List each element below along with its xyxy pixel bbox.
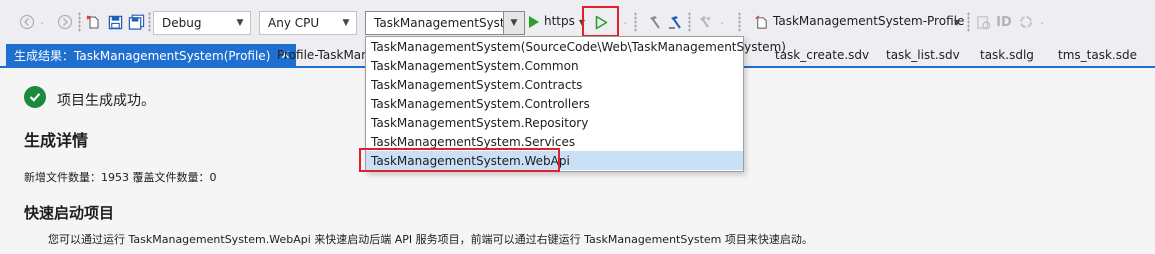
- save-icon[interactable]: [106, 11, 124, 33]
- toolbar-grip: [967, 12, 970, 32]
- selection-highlight-box: [359, 148, 560, 172]
- build-icon[interactable]: [646, 11, 664, 33]
- refresh-icon[interactable]: [1017, 11, 1035, 33]
- toolbar-grip: [78, 12, 81, 32]
- tab-label: task.sdlg: [980, 48, 1034, 62]
- build-status-text: 项目生成成功。: [57, 93, 155, 109]
- toolbar-grip: [688, 12, 691, 32]
- tab-build-result[interactable]: 生成结果：TaskManagementSystem(Profile) ✕: [6, 44, 297, 66]
- tab-profile[interactable]: Profile-TaskMana: [277, 44, 376, 66]
- run-profile-dropdown-icon[interactable]: ▼: [951, 11, 963, 33]
- run-icon[interactable]: [527, 11, 541, 33]
- startup-project-value: TaskManagementSyste: [374, 16, 503, 30]
- dropdown-option[interactable]: TaskManagementSystem.Repository: [366, 113, 743, 132]
- chevron-down-icon[interactable]: ⌄: [1037, 11, 1047, 33]
- startup-project-select[interactable]: TaskManagementSyste ▼: [365, 11, 525, 35]
- tab-task-sdlg[interactable]: task.sdlg: [980, 44, 1034, 66]
- clean-icon[interactable]: [696, 11, 714, 33]
- platform-select[interactable]: Any CPU ▼: [259, 11, 357, 35]
- profile-icon[interactable]: [752, 11, 770, 33]
- configuration-value: Debug: [162, 16, 202, 30]
- chevron-down-icon: ▼: [236, 18, 244, 28]
- forward-icon[interactable]: [56, 11, 74, 33]
- toolbar-grip: [634, 12, 637, 32]
- quick-start-hint: 您可以通过运行 TaskManagementSystem.WebApi 来快速启…: [48, 233, 813, 246]
- new-item-icon[interactable]: [84, 11, 102, 33]
- chevron-down-icon: ▼: [342, 18, 350, 28]
- tab-label: Profile-TaskMana: [277, 48, 377, 62]
- build-details-heading: 生成详情: [24, 131, 89, 150]
- tab-task-list[interactable]: task_list.sdv: [886, 44, 960, 66]
- back-icon[interactable]: [18, 11, 36, 33]
- dropdown-option[interactable]: TaskManagementSystem.Common: [366, 56, 743, 75]
- dropdown-option[interactable]: TaskManagementSystem.Controllers: [366, 94, 743, 113]
- back-dropdown-icon[interactable]: ⌄: [37, 11, 47, 33]
- toolbar-grip: [738, 12, 741, 32]
- tab-label: 生成结果：TaskManagementSystem(Profile): [14, 48, 271, 63]
- configuration-select[interactable]: Debug ▼: [153, 11, 251, 35]
- settings-icon[interactable]: [974, 11, 992, 33]
- platform-value: Any CPU: [268, 16, 320, 30]
- tab-task-create[interactable]: task_create.sdv: [775, 44, 869, 66]
- tab-label: task_create.sdv: [775, 48, 870, 62]
- dropdown-option[interactable]: TaskManagementSystem(SourceCode\Web\Task…: [366, 37, 786, 56]
- success-check-icon: [24, 86, 46, 108]
- chevron-down-icon[interactable]: ▼: [503, 12, 524, 34]
- id-icon[interactable]: ID: [995, 11, 1013, 33]
- toolbar-grip: [148, 12, 151, 32]
- chevron-down-icon[interactable]: ⌄: [717, 11, 727, 33]
- launch-profile-label[interactable]: https: [544, 14, 575, 28]
- quick-start-heading: 快速启动项目: [24, 204, 115, 222]
- tab-label: task_list.sdv: [886, 48, 960, 62]
- tab-tms-task[interactable]: tms_task.sde: [1058, 44, 1137, 66]
- file-counts-text: 新增文件数量：1953 覆盖文件数量：0: [24, 171, 217, 184]
- dropdown-option[interactable]: TaskManagementSystem.Contracts: [366, 75, 743, 94]
- chevron-down-icon[interactable]: ⌄: [620, 11, 630, 33]
- rebuild-icon[interactable]: [667, 11, 685, 33]
- tab-label: tms_task.sde: [1058, 48, 1137, 62]
- run-profile-label[interactable]: TaskManagementSystem-Profile: [773, 14, 964, 28]
- save-all-icon[interactable]: [127, 11, 145, 33]
- start-without-debugging-icon[interactable]: [592, 11, 610, 33]
